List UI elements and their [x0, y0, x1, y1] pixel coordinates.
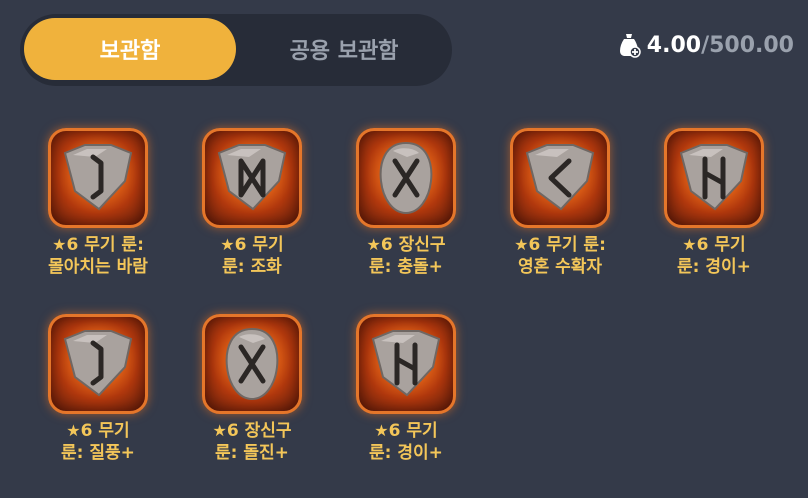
star-icon: ★	[682, 235, 697, 254]
rune-item: ★6 무기 룬: 몰아치는 바람	[28, 128, 168, 278]
rune-item: ★6 무기 룬: 경이+	[336, 314, 476, 464]
rune-stone-icon	[379, 141, 433, 215]
rune-label: ★6 무기 룬: 경이+	[336, 420, 476, 464]
rune-label: ★6 장신구 룬: 충돌+	[336, 234, 476, 278]
rune-grade: 6	[66, 235, 79, 255]
rune-name-line1: 무기	[714, 235, 746, 255]
rune-stone-icon	[371, 330, 441, 397]
rune-name-line2: 룬: 조화	[222, 257, 282, 277]
rune-stone-icon	[63, 144, 133, 211]
rune-slot[interactable]	[510, 128, 610, 228]
tab-shared-storage[interactable]: 공용 보관함	[240, 18, 448, 80]
rune-name-line2: 몰아치는 바람	[48, 257, 148, 277]
rune-label: ★6 무기 룬: 경이+	[644, 234, 784, 278]
star-icon: ★	[374, 421, 389, 440]
star-icon: ★	[212, 421, 227, 440]
star-icon: ★	[66, 421, 81, 440]
rune-slot[interactable]	[48, 314, 148, 414]
rune-name-line1: 장신구	[244, 421, 292, 441]
weight-max: /500.00	[701, 32, 794, 58]
storage-tab-bar: 보관함 공용 보관함	[20, 14, 452, 86]
rune-item: ★6 무기 룬: 경이+	[644, 128, 784, 278]
rune-stone-icon	[525, 144, 595, 211]
rune-slot[interactable]	[664, 128, 764, 228]
rune-name-line1: 장신구	[398, 235, 446, 255]
rune-grade: 6	[380, 235, 393, 255]
star-icon: ★	[366, 235, 381, 254]
rune-stone-icon	[217, 144, 287, 211]
rune-label: ★6 무기 룬: 질풍+	[28, 420, 168, 464]
rune-item: ★6 무기 룬: 조화	[182, 128, 322, 278]
weight-bag-icon	[619, 34, 641, 58]
rune-name-line1: 무기	[406, 421, 438, 441]
rune-item: ★6 장신구 룬: 충돌+	[336, 128, 476, 278]
rune-name-line2: 룬: 질풍+	[61, 443, 135, 463]
rune-grade: 6	[528, 235, 541, 255]
rune-label: ★6 무기 룬: 영혼 수확자	[490, 234, 630, 278]
rune-grade: 6	[226, 421, 239, 441]
rune-stone-icon	[225, 327, 279, 401]
tab-storage[interactable]: 보관함	[24, 18, 236, 80]
rune-name-line1: 무기	[98, 421, 130, 441]
weight-indicator: 4.00 /500.00	[617, 32, 794, 58]
rune-label: ★6 무기 룬: 조화	[182, 234, 322, 278]
rune-label: ★6 무기 룬: 몰아치는 바람	[28, 234, 168, 278]
rune-name-line2: 영혼 수확자	[517, 257, 603, 277]
rune-grade: 6	[234, 235, 247, 255]
rune-slot[interactable]	[202, 314, 302, 414]
rune-label: ★6 장신구 룬: 돌진+	[182, 420, 322, 464]
rune-item: ★6 무기 룬: 질풍+	[28, 314, 168, 464]
rune-name-line2: 룬: 충돌+	[369, 257, 443, 277]
star-icon: ★	[514, 235, 529, 254]
rune-item: ★6 무기 룬: 영혼 수확자	[490, 128, 630, 278]
rune-name-line1: 무기 룬:	[546, 235, 606, 255]
rune-slot[interactable]	[202, 128, 302, 228]
rune-name-line2: 룬: 경이+	[369, 443, 443, 463]
rune-name-line1: 무기	[252, 235, 284, 255]
weight-current: 4.00	[646, 32, 702, 58]
rune-name-line2: 룬: 경이+	[677, 257, 751, 277]
rune-slot[interactable]	[356, 128, 456, 228]
rune-slot[interactable]	[356, 314, 456, 414]
rune-stone-icon	[679, 144, 749, 211]
rune-grade: 6	[80, 421, 93, 441]
rune-grade: 6	[696, 235, 709, 255]
rune-slot[interactable]	[48, 128, 148, 228]
star-icon: ★	[220, 235, 235, 254]
rune-stone-icon	[63, 330, 133, 397]
rune-item: ★6 장신구 룬: 돌진+	[182, 314, 322, 464]
star-icon: ★	[52, 235, 67, 254]
rune-name-line1: 무기 룬:	[84, 235, 144, 255]
rune-grade: 6	[388, 421, 401, 441]
rune-name-line2: 룬: 돌진+	[215, 443, 289, 463]
